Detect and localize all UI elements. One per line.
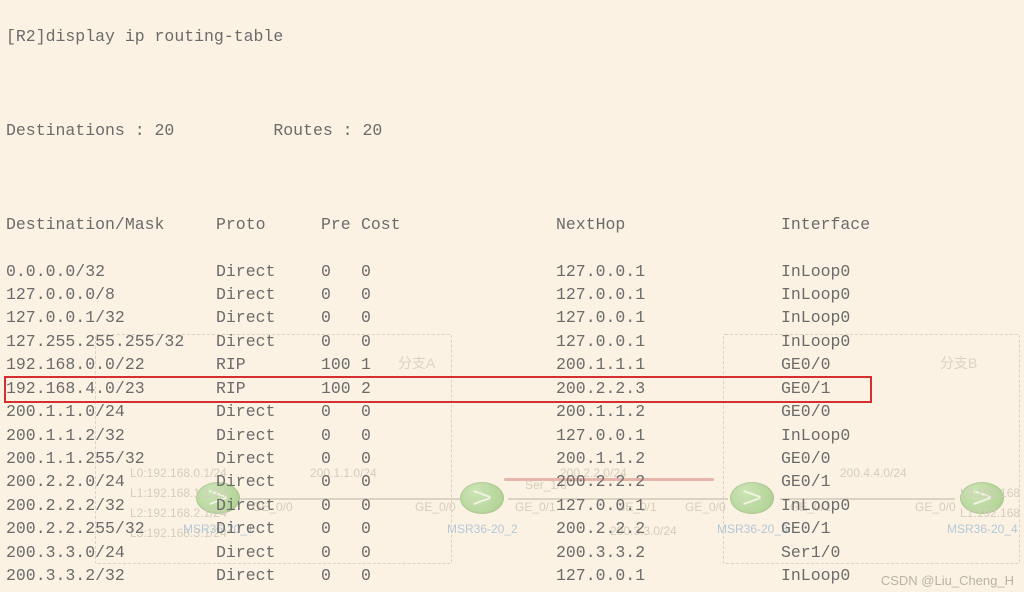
table-row: 200.1.1.0/24Direct00200.1.1.2GE0/0: [6, 400, 1018, 423]
terminal-output: [R2]display ip routing-table Destination…: [0, 0, 1024, 592]
table-row: 200.1.1.2/32Direct00127.0.0.1InLoop0: [6, 424, 1018, 447]
blank-line: [6, 72, 1018, 95]
table-row: 127.255.255.255/32Direct00127.0.0.1InLoo…: [6, 330, 1018, 353]
summary-line: Destinations : 20 Routes : 20: [6, 119, 1018, 142]
table-row: 192.168.4.0/23RIP1002200.2.2.3GE0/1: [6, 377, 1018, 400]
table-row: 200.2.2.2/32Direct00127.0.0.1InLoop0: [6, 494, 1018, 517]
table-row: 0.0.0.0/32Direct00127.0.0.1InLoop0: [6, 260, 1018, 283]
blank-line: [6, 166, 1018, 189]
table-header: Destination/MaskProtoPreCostNextHopInter…: [6, 213, 1018, 236]
table-row: 192.168.0.0/22RIP1001200.1.1.1GE0/0: [6, 353, 1018, 376]
table-row: 200.2.2.255/32Direct00200.2.2.2GE0/1: [6, 517, 1018, 540]
table-row: 200.3.3.2/32Direct00127.0.0.1InLoop0: [6, 564, 1018, 587]
command-line: [R2]display ip routing-table: [6, 25, 1018, 48]
table-row: 200.1.1.255/32Direct00200.1.1.2GE0/0: [6, 447, 1018, 470]
table-row: 200.2.2.0/24Direct00200.2.2.2GE0/1: [6, 470, 1018, 493]
table-row: 200.3.3.0/24Direct00200.3.3.2Ser1/0: [6, 541, 1018, 564]
table-row: 127.0.0.1/32Direct00127.0.0.1InLoop0: [6, 306, 1018, 329]
table-row: 200.3.3.3/32Direct00200.3.3.3Ser1/0: [6, 588, 1018, 592]
table-row: 127.0.0.0/8Direct00127.0.0.1InLoop0: [6, 283, 1018, 306]
watermark: CSDN @Liu_Cheng_H: [881, 573, 1014, 588]
